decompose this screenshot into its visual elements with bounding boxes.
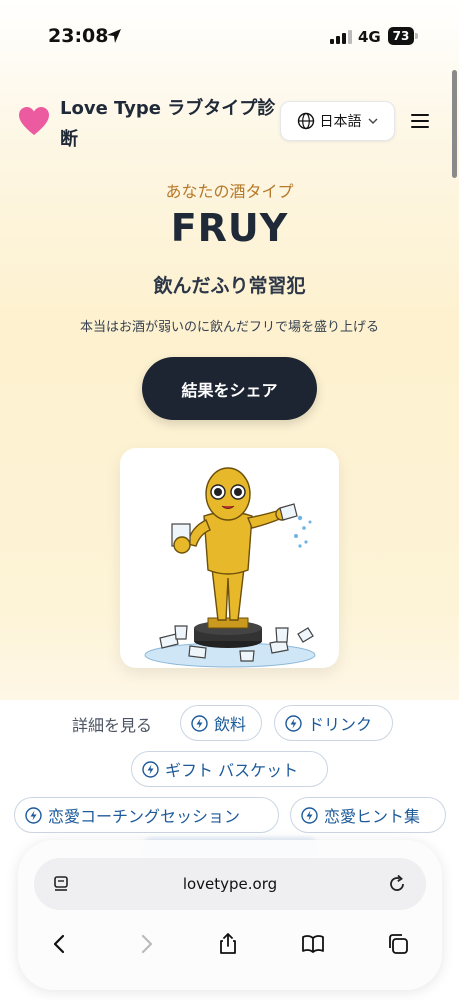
bolt-icon: [191, 714, 208, 732]
bolt-icon: [285, 714, 302, 732]
chip-label: 恋愛コーチングセッション: [48, 807, 241, 826]
reload-icon[interactable]: [387, 874, 407, 894]
back-icon[interactable]: [48, 932, 72, 956]
chip-label: ギフト バスケット: [165, 761, 299, 780]
network-type: 4G: [358, 28, 381, 46]
details-label: 詳細を見る: [72, 716, 153, 735]
chip-label: ドリンク: [308, 715, 373, 734]
result-type-code: FRUY: [170, 206, 289, 250]
address-bar[interactable]: lovetype.org: [34, 858, 426, 910]
chip-gift-basket[interactable]: ギフト バスケット: [131, 751, 328, 787]
url-text: lovetype.org: [182, 875, 278, 893]
hamburger-menu-icon[interactable]: [410, 113, 430, 129]
globe-icon: [297, 112, 314, 130]
chevron-down-icon: [368, 118, 377, 124]
bolt-icon: [301, 806, 318, 824]
site-title[interactable]: Love Type ラブタイプ診断: [60, 93, 285, 155]
status-bar: 23:08 4G 73: [0, 0, 459, 66]
golden-statue-illustration: [144, 467, 316, 668]
chip-drinks[interactable]: 飲料: [180, 705, 262, 741]
browser-toolbar: lovetype.org: [18, 840, 442, 990]
tabs-icon[interactable]: [386, 932, 410, 956]
site-header: Love Type ラブタイプ診断 日本語: [0, 88, 459, 158]
chip-label: 飲料: [214, 715, 247, 734]
language-label: 日本語: [319, 114, 362, 130]
bookmarks-icon[interactable]: [301, 932, 325, 956]
share-result-button[interactable]: 結果をシェア: [142, 357, 317, 420]
cellular-signal-icon: [330, 30, 352, 44]
chip-label: 恋愛ヒント集: [324, 807, 421, 826]
bolt-icon: [142, 760, 159, 778]
language-selector[interactable]: 日本語: [280, 101, 395, 141]
forward-icon[interactable]: [134, 932, 158, 956]
location-arrow-icon: [107, 29, 121, 43]
battery-level: 73: [388, 27, 414, 45]
chip-love-tips[interactable]: 恋愛ヒント集: [290, 797, 446, 833]
status-time: 23:08: [48, 25, 109, 47]
result-illustration-card: [120, 448, 339, 668]
chip-love-coaching[interactable]: 恋愛コーチングセッション: [14, 797, 279, 833]
chip-drink-katakana[interactable]: ドリンク: [274, 705, 393, 741]
result-type-name: 飲んだふり常習犯: [153, 275, 306, 297]
result-description: 本当はお酒が弱いのに飲んだフリで場を盛り上げる: [79, 320, 379, 335]
heart-logo-icon[interactable]: [18, 106, 50, 136]
bolt-icon: [25, 806, 42, 824]
share-icon[interactable]: [216, 932, 240, 956]
battery-icon: 73: [388, 27, 418, 45]
result-eyebrow: あなたの酒タイプ: [165, 182, 294, 201]
